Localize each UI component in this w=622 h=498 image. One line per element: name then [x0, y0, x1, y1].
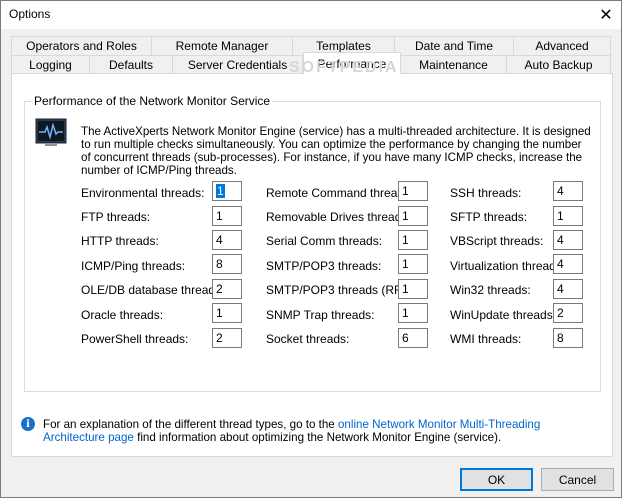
- win32-threads-label: Win32 threads:: [450, 283, 531, 297]
- serial-comm-threads-label: Serial Comm threads:: [266, 234, 383, 248]
- remote-command-threads-label: Remote Command threads:: [266, 186, 414, 200]
- virtualization-threads-label: Virtualization threads:: [450, 259, 566, 273]
- info-text: For an explanation of the different thre…: [43, 418, 603, 444]
- ssh-threads-label: SSH threads:: [450, 186, 522, 200]
- http-threads-label: HTTP threads:: [81, 234, 159, 248]
- wmi-threads-label: WMI threads:: [450, 332, 522, 346]
- oledb-threads-label: OLE/DB database threads:: [81, 283, 225, 297]
- icmp-ping-threads-input[interactable]: 8: [212, 254, 242, 274]
- removable-drives-threads-input[interactable]: 1: [398, 206, 428, 226]
- tab-performance[interactable]: Performance: [303, 52, 401, 74]
- virtualization-threads-input[interactable]: 4: [553, 254, 583, 274]
- sftp-threads-label: SFTP threads:: [450, 210, 528, 224]
- socket-threads-input[interactable]: 6: [398, 328, 428, 348]
- icmp-ping-threads-label: ICMP/Ping threads:: [81, 259, 186, 273]
- smtp-pop3-rr-threads-label: SMTP/POP3 threads (RR):: [266, 283, 411, 297]
- oracle-threads-label: Oracle threads:: [81, 308, 164, 322]
- socket-threads-label: Socket threads:: [266, 332, 350, 346]
- window-title: Options: [9, 7, 51, 21]
- powershell-threads-input[interactable]: 2: [212, 328, 242, 348]
- tab-logging[interactable]: Logging: [11, 55, 90, 74]
- smtp-pop3-threads-input[interactable]: 1: [398, 254, 428, 274]
- tab-auto-backup[interactable]: Auto Backup: [506, 55, 611, 74]
- winupdate-threads-label: WinUpdate threads:: [450, 308, 557, 322]
- oracle-threads-input[interactable]: 1: [212, 303, 242, 323]
- title-bar: Options ✕: [1, 1, 621, 29]
- smtp-pop3-rr-threads-input[interactable]: 1: [398, 279, 428, 299]
- vbscript-threads-label: VBScript threads:: [450, 234, 544, 248]
- snmp-trap-threads-input[interactable]: 1: [398, 303, 428, 323]
- tab-remote-manager[interactable]: Remote Manager: [151, 36, 293, 55]
- ssh-threads-input[interactable]: 4: [553, 181, 583, 201]
- serial-comm-threads-input[interactable]: 1: [398, 230, 428, 250]
- ftp-threads-input[interactable]: 1: [212, 206, 242, 226]
- vbscript-threads-input[interactable]: 4: [553, 230, 583, 250]
- winupdate-threads-input[interactable]: 2: [553, 303, 583, 323]
- tab-advanced[interactable]: Advanced: [513, 36, 611, 55]
- tab-strip: Operators and Roles Remote Manager Templ…: [11, 36, 611, 76]
- info-text-before: For an explanation of the different thre…: [43, 418, 338, 431]
- powershell-threads-label: PowerShell threads:: [81, 332, 189, 346]
- info-section: i For an explanation of the different th…: [21, 417, 601, 451]
- tab-defaults[interactable]: Defaults: [89, 55, 173, 74]
- ok-button[interactable]: OK: [460, 468, 533, 491]
- info-text-after: find information about optimizing the Ne…: [133, 431, 502, 444]
- environmental-threads-label: Environmental threads:: [81, 186, 205, 200]
- remote-command-threads-input[interactable]: 1: [398, 181, 428, 201]
- removable-drives-threads-label: Removable Drives threads:: [266, 210, 411, 224]
- environmental-threads-input[interactable]: 1: [212, 181, 242, 201]
- wmi-threads-input[interactable]: 8: [553, 328, 583, 348]
- info-icon: i: [21, 417, 35, 431]
- smtp-pop3-threads-label: SMTP/POP3 threads:: [266, 259, 382, 273]
- close-icon[interactable]: ✕: [591, 1, 621, 29]
- snmp-trap-threads-label: SNMP Trap threads:: [266, 308, 375, 322]
- http-threads-input[interactable]: 4: [212, 230, 242, 250]
- tab-server-credentials[interactable]: Server Credentials: [172, 55, 303, 74]
- ftp-threads-label: FTP threads:: [81, 210, 151, 224]
- win32-threads-input[interactable]: 4: [553, 279, 583, 299]
- tab-operators-and-roles[interactable]: Operators and Roles: [11, 36, 152, 55]
- sftp-threads-input[interactable]: 1: [553, 206, 583, 226]
- group-title: Performance of the Network Monitor Servi…: [32, 94, 273, 108]
- monitor-pulse-icon: [35, 118, 67, 146]
- tab-date-and-time[interactable]: Date and Time: [394, 36, 514, 55]
- performance-panel: Performance of the Network Monitor Servi…: [11, 73, 613, 457]
- options-window: Options ✕ Operators and Roles Remote Man…: [0, 0, 622, 498]
- tab-maintenance[interactable]: Maintenance: [400, 55, 507, 74]
- performance-description: The ActiveXperts Network Monitor Engine …: [81, 125, 591, 177]
- cancel-button[interactable]: Cancel: [541, 468, 614, 491]
- oledb-threads-input[interactable]: 2: [212, 279, 242, 299]
